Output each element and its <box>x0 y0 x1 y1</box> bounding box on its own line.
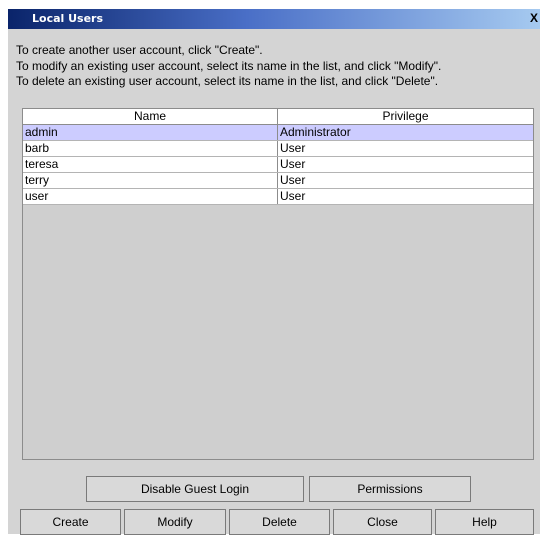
instructions: To create another user account, click "C… <box>16 43 441 90</box>
cell-name: barb <box>23 141 278 156</box>
title-bar: Local Users X <box>8 9 540 29</box>
permissions-button[interactable]: Permissions <box>309 476 471 502</box>
cell-privilege: User <box>280 173 306 187</box>
close-button[interactable]: Close <box>333 509 432 535</box>
close-icon[interactable]: X <box>528 11 540 26</box>
cell-name: terry <box>23 173 278 188</box>
cell-name: admin <box>23 125 278 140</box>
modify-button[interactable]: Modify <box>124 509 226 535</box>
instruction-delete: To delete an existing user account, sele… <box>16 74 439 88</box>
table-row[interactable]: barb User <box>23 141 533 157</box>
table-row[interactable]: admin Administrator <box>23 125 533 141</box>
window-title: Local Users <box>32 12 104 25</box>
create-button[interactable]: Create <box>20 509 121 535</box>
table-header: Name Privilege <box>23 109 533 125</box>
cell-privilege: User <box>280 141 306 155</box>
help-button[interactable]: Help <box>435 509 534 535</box>
cell-name: teresa <box>23 157 278 172</box>
cell-privilege: User <box>280 157 306 171</box>
users-table[interactable]: Name Privilege admin Administrator barb Use… <box>22 108 534 460</box>
table-row[interactable]: teresa User <box>23 157 533 173</box>
table-rows: admin Administrator barb User teresa User terr… <box>23 125 533 205</box>
table-row[interactable]: terry User <box>23 173 533 189</box>
cell-privilege: User <box>280 189 306 203</box>
table-row[interactable]: user User <box>23 189 533 205</box>
column-header-name[interactable]: Name <box>23 109 278 124</box>
cell-privilege: Administrator <box>280 125 351 139</box>
instruction-create: To create another user account, click "C… <box>16 43 263 57</box>
disable-guest-login-button[interactable]: Disable Guest Login <box>86 476 304 502</box>
delete-button[interactable]: Delete <box>229 509 330 535</box>
instruction-modify: To modify an existing user account, sele… <box>16 58 442 73</box>
cell-name: user <box>23 189 278 204</box>
column-header-privilege[interactable]: Privilege <box>278 109 533 124</box>
